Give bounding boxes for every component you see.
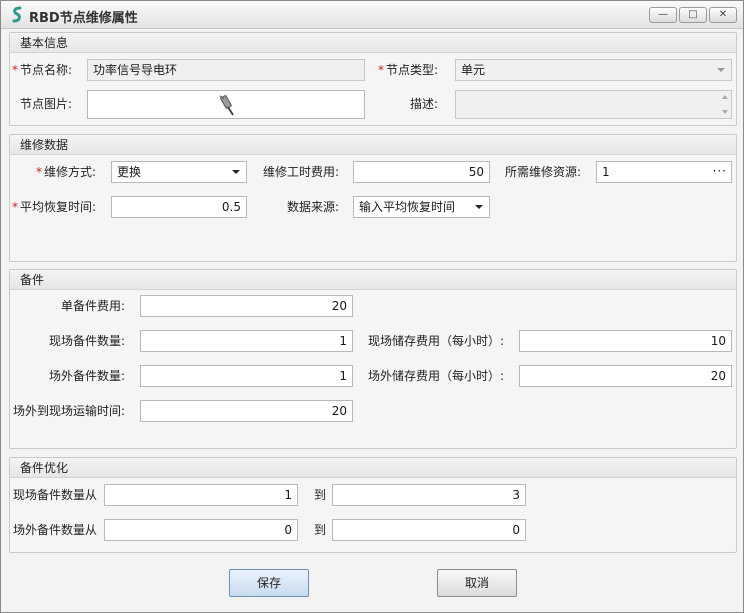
title-bar[interactable]: RBD节点维修属性 — □ ✕ xyxy=(1,1,743,29)
offsite-storage-input[interactable]: 20 xyxy=(519,365,732,387)
labor-cost-label: 维修工时费用: xyxy=(263,165,340,179)
scroll-down-icon[interactable] xyxy=(722,110,728,114)
offsite-to-label: 到 xyxy=(314,523,327,537)
chevron-down-icon xyxy=(475,205,483,209)
repair-data-group: 维修数据 * 维修方式: 更换 维修工时费用: 50 所需维修资源: 1 ··· … xyxy=(9,134,737,262)
basic-info-group: 基本信息 * 节点名称: 功率信号导电环 * 节点类型: 单元 节点图片: 描述: xyxy=(9,32,737,126)
node-type-value: 单元 xyxy=(461,63,486,77)
minimize-button[interactable]: — xyxy=(649,7,677,23)
offsite-to-input[interactable]: 0 xyxy=(332,519,526,541)
app-logo-icon xyxy=(12,6,22,23)
node-image-label: 节点图片: xyxy=(20,97,73,111)
onsite-from-input[interactable]: 1 xyxy=(104,484,298,506)
dialog-window: RBD节点维修属性 — □ ✕ 基本信息 * 节点名称: 功率信号导电环 * 节点类… xyxy=(0,0,744,613)
node-name-field[interactable]: 功率信号导电环 xyxy=(87,59,365,81)
spares-group: 备件 单备件费用: 20 现场备件数量: 1 现场储存费用（每小时）: 10 场… xyxy=(9,269,737,449)
close-button[interactable]: ✕ xyxy=(709,7,737,23)
onsite-to-input[interactable]: 3 xyxy=(332,484,526,506)
maximize-button[interactable]: □ xyxy=(679,7,707,23)
repair-method-label: * 维修方式: xyxy=(36,165,97,179)
unit-cost-input[interactable]: 20 xyxy=(140,295,353,317)
chevron-down-icon xyxy=(717,68,725,72)
cancel-button[interactable]: 取消 xyxy=(437,569,517,597)
description-label: 描述: xyxy=(410,97,439,111)
node-type-label: * 节点类型: xyxy=(378,63,439,77)
data-source-value: 输入平均恢复时间 xyxy=(359,200,456,214)
scroll-up-icon[interactable] xyxy=(722,95,728,99)
repair-method-select[interactable]: 更换 xyxy=(111,161,247,183)
resource-label: 所需维修资源: xyxy=(505,165,582,179)
data-source-label: 数据来源: xyxy=(287,200,340,214)
save-button[interactable]: 保存 xyxy=(229,569,309,597)
connector-icon xyxy=(219,95,234,116)
node-image-box[interactable] xyxy=(87,90,365,119)
node-type-select[interactable]: 单元 xyxy=(455,59,732,81)
transport-time-label: 场外到现场运输时间: xyxy=(13,404,126,418)
unit-cost-label: 单备件费用: xyxy=(61,299,126,313)
spares-optimization-header: 备件优化 xyxy=(10,458,736,478)
window-title: RBD节点维修属性 xyxy=(29,11,138,26)
transport-time-input[interactable]: 20 xyxy=(140,400,353,422)
onsite-qty-input[interactable]: 1 xyxy=(140,330,353,352)
description-field[interactable] xyxy=(455,90,732,119)
chevron-down-icon xyxy=(232,170,240,174)
resource-field[interactable]: 1 ··· xyxy=(596,161,732,183)
browse-button[interactable]: ··· xyxy=(713,162,727,181)
offsite-qty-input[interactable]: 1 xyxy=(140,365,353,387)
mttr-input[interactable]: 0.5 xyxy=(111,196,247,218)
onsite-storage-label: 现场储存费用（每小时）: xyxy=(368,334,505,348)
offsite-storage-label: 场外储存费用（每小时）: xyxy=(368,369,505,383)
resource-value: 1 xyxy=(602,165,610,179)
labor-cost-input[interactable]: 50 xyxy=(353,161,490,183)
spares-optimization-group: 备件优化 现场备件数量从 1 到 3 场外备件数量从 0 到 0 xyxy=(9,457,737,553)
offsite-from-label: 场外备件数量从 xyxy=(13,523,98,537)
onsite-from-label: 现场备件数量从 xyxy=(13,488,98,502)
offsite-from-input[interactable]: 0 xyxy=(104,519,298,541)
onsite-qty-label: 现场备件数量: xyxy=(49,334,126,348)
onsite-storage-input[interactable]: 10 xyxy=(519,330,732,352)
data-source-select[interactable]: 输入平均恢复时间 xyxy=(353,196,490,218)
spares-header: 备件 xyxy=(10,270,736,290)
basic-info-header: 基本信息 xyxy=(10,33,736,53)
repair-method-value: 更换 xyxy=(117,165,142,179)
mttr-label: * 平均恢复时间: xyxy=(12,200,97,214)
offsite-qty-label: 场外备件数量: xyxy=(49,369,126,383)
onsite-to-label: 到 xyxy=(314,488,327,502)
node-name-label: * 节点名称: xyxy=(12,63,73,77)
repair-data-header: 维修数据 xyxy=(10,135,736,155)
